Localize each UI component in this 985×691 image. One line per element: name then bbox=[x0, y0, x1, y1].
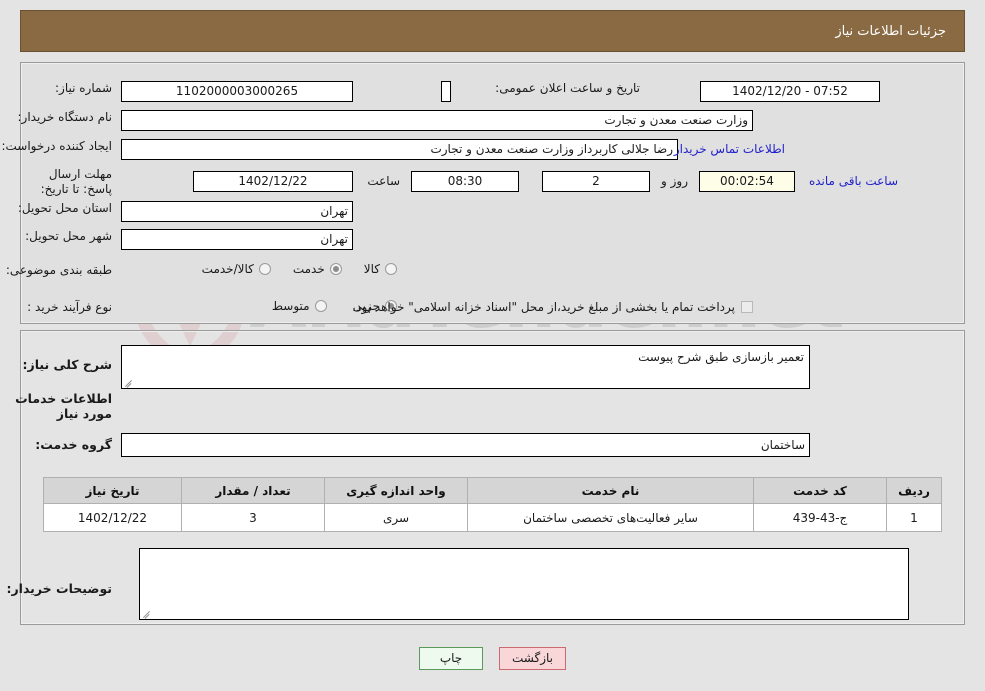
creator-label: ایجاد کننده درخواست: bbox=[1, 139, 112, 153]
cell-need-date: 1402/12/22 bbox=[43, 503, 182, 532]
buyer-org-label: نام دستگاه خریدار: bbox=[17, 110, 113, 124]
radio-icon[interactable] bbox=[258, 263, 271, 275]
radio-category-kala-khedmat[interactable]: کالا/خدمت bbox=[202, 262, 271, 276]
remaining-days-value: 2 bbox=[542, 171, 650, 192]
print-button[interactable]: چاپ bbox=[419, 647, 483, 670]
need-number-field: شماره نیاز: bbox=[55, 81, 112, 95]
table-header-row: ردیف کد خدمت نام خدمت واحد اندازه گیری ت… bbox=[43, 477, 942, 504]
checkbox-icon[interactable] bbox=[741, 301, 753, 313]
col-unit: واحد اندازه گیری bbox=[324, 477, 468, 504]
radio-label: متوسط bbox=[271, 299, 310, 313]
process-type-field: نوع فرآیند خرید : bbox=[27, 300, 112, 314]
creator-value: رضا جلالی کاربرداز وزارت صنعت معدن و تجا… bbox=[121, 139, 678, 160]
process-type-label: نوع فرآیند خرید : bbox=[27, 300, 112, 314]
deadline-time-value: 08:30 bbox=[411, 171, 519, 192]
general-need-textarea[interactable]: تعمیر بازسازی طبق شرح پیوست bbox=[121, 345, 810, 389]
radio-icon[interactable] bbox=[385, 263, 397, 275]
deadline-label: مهلت ارسال پاسخ: تا تاریخ: bbox=[40, 167, 112, 196]
treasury-checkbox-label: پرداخت تمام یا بخشی از مبلغ خرید،از محل … bbox=[352, 300, 735, 314]
countdown-timer-value: 00:02:54 bbox=[699, 171, 795, 192]
category-radio-group: کالا خدمت کالا/خدمت bbox=[202, 262, 397, 276]
table-row: 1 ج-43-439 سایر فعالیت‌های تخصصی ساختمان… bbox=[43, 503, 942, 532]
general-need-label: شرح کلی نیاز: bbox=[22, 357, 112, 372]
announce-datetime-label-wrap: تاریخ و ساعت اعلان عمومی: bbox=[495, 81, 640, 95]
cell-unit: سری bbox=[324, 503, 468, 532]
days-label: روز و bbox=[661, 174, 688, 188]
page-header: جزئیات اطلاعات نیاز bbox=[20, 10, 965, 52]
treasury-checkbox-row[interactable]: پرداخت تمام یا بخشی از مبلغ خرید،از محل … bbox=[352, 300, 753, 314]
radio-label: کالا/خدمت bbox=[201, 262, 254, 276]
buyer-org-value: وزارت صنعت معدن و تجارت bbox=[121, 110, 753, 131]
cell-code: ج-43-439 bbox=[753, 503, 887, 532]
services-table: ردیف کد خدمت نام خدمت واحد اندازه گیری ت… bbox=[43, 477, 942, 532]
buyer-notes-label: توضیحات خریدار: bbox=[6, 581, 112, 596]
city-field: شهر محل تحویل: bbox=[25, 229, 112, 243]
resize-grip-icon[interactable] bbox=[124, 377, 134, 388]
announce-datetime-label: تاریخ و ساعت اعلان عمومی: bbox=[495, 81, 640, 95]
category-field: طبقه بندی موضوعی: bbox=[6, 263, 112, 277]
action-buttons: بازگشت چاپ bbox=[0, 647, 985, 670]
deadline-field: مهلت ارسال پاسخ: تا تاریخ: bbox=[17, 167, 112, 197]
hour-label: ساعت bbox=[367, 174, 400, 188]
cell-quantity: 3 bbox=[181, 503, 325, 532]
need-number-label: شماره نیاز: bbox=[55, 81, 112, 95]
radio-label: کالا bbox=[363, 262, 380, 276]
resize-grip-icon[interactable] bbox=[142, 608, 152, 619]
service-group-value: ساختمان bbox=[121, 433, 810, 457]
radio-process-motavaset[interactable]: متوسط bbox=[272, 299, 327, 313]
services-table-wrap: ردیف کد خدمت نام خدمت واحد اندازه گیری ت… bbox=[43, 477, 942, 532]
province-field: استان محل تحویل: bbox=[18, 201, 112, 215]
creator-field: ایجاد کننده درخواست: bbox=[1, 139, 112, 153]
buyer-contact-link[interactable]: اطلاعات تماس خریدار bbox=[674, 142, 785, 156]
radio-icon[interactable] bbox=[329, 263, 342, 275]
radio-category-kala[interactable]: کالا bbox=[364, 262, 397, 276]
col-quantity: تعداد / مقدار bbox=[181, 477, 325, 504]
services-section-title: اطلاعات خدمات مورد نیاز bbox=[15, 391, 112, 421]
service-group-label: گروه خدمت: bbox=[35, 437, 112, 452]
countdown-label: ساعت باقی مانده bbox=[808, 174, 898, 188]
radio-category-khedmat[interactable]: خدمت bbox=[293, 262, 342, 276]
need-number-value: 1102000003000265 bbox=[121, 81, 353, 102]
city-value: تهران bbox=[121, 229, 353, 250]
radio-icon[interactable] bbox=[314, 300, 327, 312]
buyer-org-field: نام دستگاه خریدار: bbox=[18, 110, 113, 124]
announce-datetime-value: 07:52 - 1402/12/20 bbox=[700, 81, 880, 102]
col-name: نام خدمت bbox=[467, 477, 754, 504]
back-button[interactable]: بازگشت bbox=[499, 647, 566, 670]
city-label: شهر محل تحویل: bbox=[25, 229, 112, 243]
province-value: تهران bbox=[121, 201, 353, 222]
deadline-date-value: 1402/12/22 bbox=[193, 171, 353, 192]
radio-label: خدمت bbox=[292, 262, 325, 276]
category-label: طبقه بندی موضوعی: bbox=[5, 263, 112, 277]
buyer-notes-textarea[interactable] bbox=[139, 548, 909, 620]
page-title: جزئیات اطلاعات نیاز bbox=[835, 23, 946, 39]
cell-name: سایر فعالیت‌های تخصصی ساختمان bbox=[467, 503, 754, 532]
cell-index: 1 bbox=[886, 503, 942, 532]
province-label: استان محل تحویل: bbox=[17, 201, 112, 215]
col-index: ردیف bbox=[886, 477, 942, 504]
col-code: کد خدمت bbox=[753, 477, 887, 504]
col-need-date: تاریخ نیاز bbox=[43, 477, 182, 504]
general-need-value: تعمیر بازسازی طبق شرح پیوست bbox=[638, 350, 804, 364]
